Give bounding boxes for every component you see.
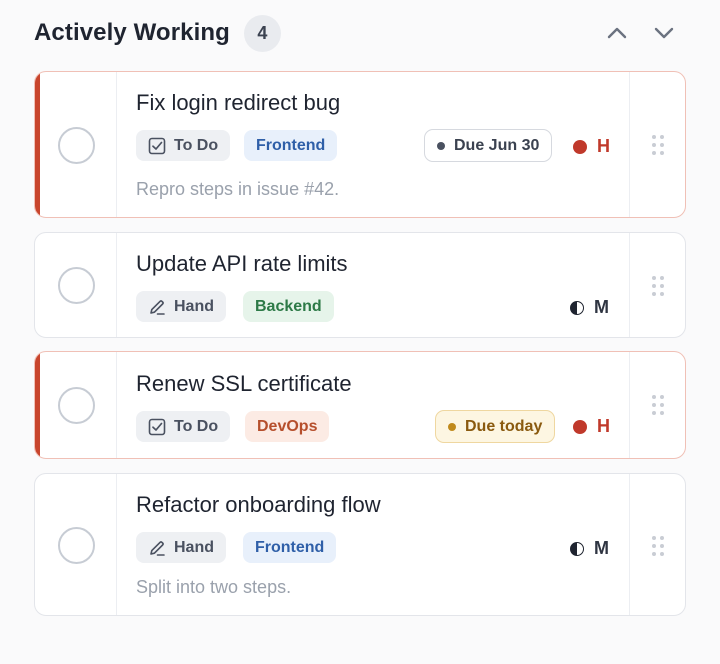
status-tag[interactable]: To Do (136, 130, 231, 161)
task-title[interactable]: Update API rate limits (136, 251, 348, 277)
priority-indicator[interactable]: H (573, 136, 610, 157)
chevron-down-icon (654, 27, 674, 39)
category-tag[interactable]: Backend (243, 291, 334, 322)
section-title: Actively Working (34, 19, 230, 46)
priority-indicator[interactable]: M (570, 538, 609, 559)
due-date-badge[interactable]: Due Jun 30 (424, 129, 553, 162)
task-title[interactable]: Fix login redirect bug (136, 90, 340, 116)
category-tag[interactable]: Frontend (244, 130, 338, 161)
priority-label: M (594, 297, 609, 317)
status-label: To Do (174, 136, 219, 154)
priority-label: H (597, 136, 610, 156)
drag-column (629, 352, 685, 458)
category-tag[interactable]: DevOps (245, 411, 330, 442)
task-note: Split into two steps. (136, 577, 292, 597)
expand-down-button[interactable] (653, 22, 675, 44)
priority-indicator[interactable]: M (570, 297, 609, 318)
checkbox-icon (148, 418, 166, 435)
checkbox-column (35, 72, 117, 217)
task-title[interactable]: Refactor onboarding flow (136, 492, 381, 518)
pencil-icon (150, 540, 165, 556)
checkbox-column (35, 233, 117, 337)
checkbox-column (35, 352, 117, 458)
drag-column (629, 474, 685, 615)
status-tag[interactable]: Hand (136, 532, 226, 563)
checkbox-column (35, 474, 117, 615)
priority-dot-icon (573, 139, 587, 154)
complete-checkbox[interactable] (58, 127, 95, 164)
status-tag[interactable]: Hand (136, 291, 226, 322)
drag-handle-icon[interactable] (652, 135, 664, 155)
task-title[interactable]: Renew SSL certificate (136, 371, 352, 397)
drag-handle-icon[interactable] (652, 276, 664, 296)
due-label: Due today (465, 417, 543, 435)
task-card[interactable]: Update API rate limits Hand Backend M (34, 232, 686, 338)
task-card[interactable]: Renew SSL certificate To Do DevOps Due t… (34, 351, 686, 459)
priority-half-circle-icon (570, 541, 584, 556)
priority-label: M (594, 538, 609, 558)
status-label: To Do (174, 417, 219, 435)
due-dot-icon (437, 141, 445, 150)
drag-column (629, 72, 685, 217)
pencil-icon (150, 299, 165, 315)
priority-dot-icon (573, 419, 587, 434)
complete-checkbox[interactable] (58, 527, 95, 564)
priority-half-circle-icon (570, 300, 584, 315)
complete-checkbox[interactable] (58, 387, 95, 424)
priority-label: H (597, 416, 610, 436)
chevron-up-icon (607, 27, 627, 39)
status-tag[interactable]: To Do (136, 411, 231, 442)
due-label: Due Jun 30 (454, 136, 540, 154)
category-tag[interactable]: Frontend (243, 532, 337, 563)
count-badge: 4 (243, 14, 281, 52)
status-label: Hand (174, 538, 214, 556)
priority-indicator[interactable]: H (573, 416, 610, 437)
drag-handle-icon[interactable] (652, 395, 664, 415)
task-note: Repro steps in issue #42. (136, 179, 340, 199)
status-label: Hand (174, 297, 214, 315)
section-header: Actively Working 4 (34, 14, 686, 52)
due-date-badge[interactable]: Due today (435, 410, 556, 443)
checkbox-icon (148, 137, 166, 154)
drag-column (629, 233, 685, 337)
task-card[interactable]: Fix login redirect bug To Do Frontend Du… (34, 71, 686, 218)
complete-checkbox[interactable] (58, 267, 95, 304)
due-dot-icon (448, 422, 456, 431)
task-card[interactable]: Refactor onboarding flow Hand Frontend M… (34, 473, 686, 616)
drag-handle-icon[interactable] (652, 536, 664, 556)
collapse-up-button[interactable] (606, 22, 628, 44)
